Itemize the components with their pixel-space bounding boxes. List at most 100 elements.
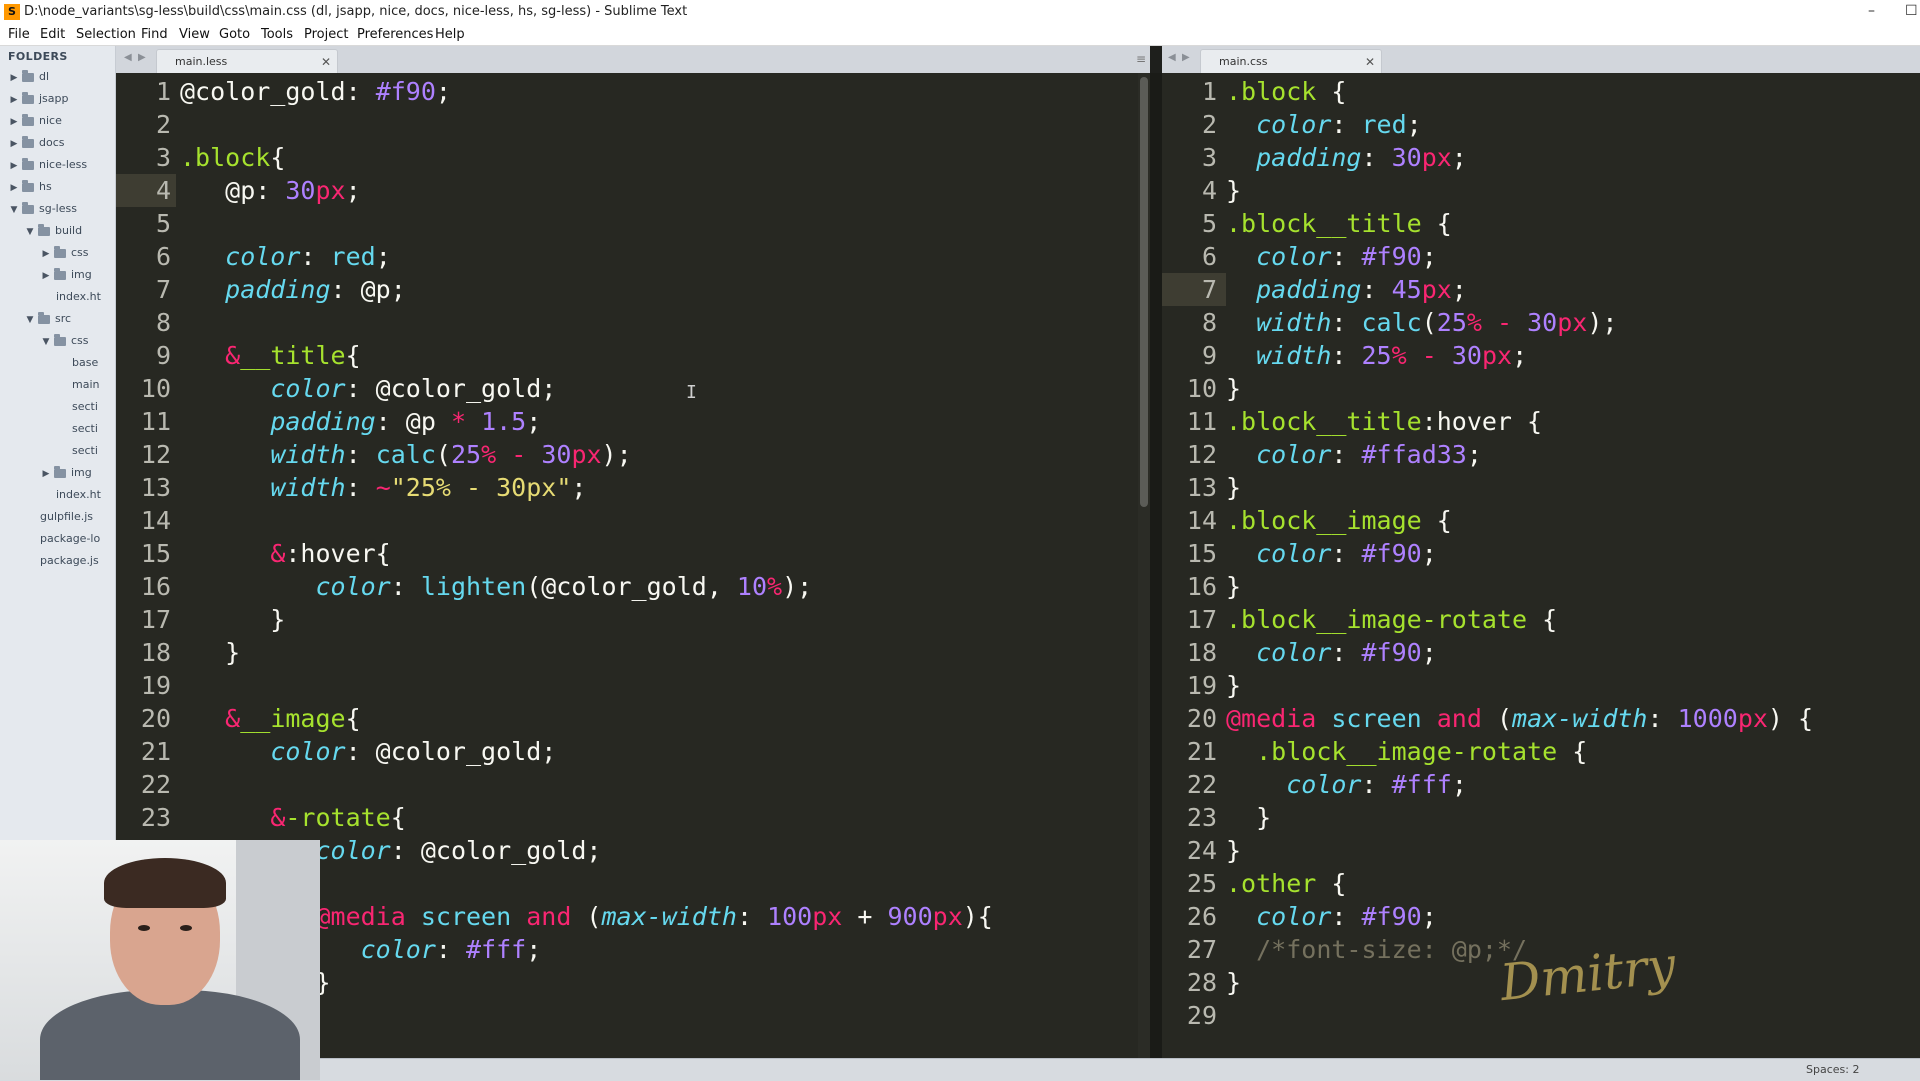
caret-right-icon[interactable]: ▶ xyxy=(8,135,20,153)
code-text[interactable]: } xyxy=(1226,570,1241,603)
caret-down-icon[interactable]: ▼ xyxy=(8,201,20,219)
menu-goto[interactable]: Goto xyxy=(219,24,250,45)
code-text[interactable]: .block__image-rotate { xyxy=(1226,603,1557,636)
code-text[interactable]: .block { xyxy=(1226,75,1346,108)
menu-tools[interactable]: Tools xyxy=(261,24,293,45)
caret-down-icon[interactable]: ▼ xyxy=(24,223,36,241)
code-text[interactable]: color: #f90; xyxy=(1226,537,1437,570)
sidebar-folder[interactable]: ▶ img xyxy=(40,266,92,284)
code-text[interactable]: } xyxy=(180,636,240,669)
code-text[interactable]: @color_gold: #f90; xyxy=(180,75,451,108)
minimize-button[interactable]: – xyxy=(1868,0,1875,24)
sidebar-file[interactable]: index.ht xyxy=(56,288,101,306)
code-text[interactable]: color: #ffad33; xyxy=(1226,438,1482,471)
sidebar-folder[interactable]: ▼ sg-less xyxy=(8,200,77,218)
code-text[interactable]: } xyxy=(1226,174,1241,207)
tab-nav-right-icon[interactable]: ▶ xyxy=(1182,52,1190,63)
caret-right-icon[interactable]: ▶ xyxy=(8,157,20,175)
sidebar-file[interactable]: package.js xyxy=(40,552,99,570)
code-text[interactable]: &__image{ xyxy=(180,702,360,735)
right-editor[interactable]: 1 .block {2 color: red; 3 padding: 30px; 4}… xyxy=(1162,73,1920,1058)
code-text[interactable]: padding: @p; xyxy=(180,273,406,306)
code-text[interactable]: } xyxy=(1226,834,1241,867)
sidebar-folder[interactable]: ▶ nice xyxy=(8,112,62,130)
sidebar-folder[interactable]: ▼ css xyxy=(40,332,89,350)
code-text[interactable]: .block__title { xyxy=(1226,207,1452,240)
caret-down-icon[interactable]: ▼ xyxy=(40,333,52,351)
close-icon[interactable]: ✕ xyxy=(1365,50,1375,74)
indentation-status[interactable]: Spaces: 2 xyxy=(1806,1059,1859,1081)
sidebar-folder[interactable]: ▶ jsapp xyxy=(8,90,69,108)
sidebar-folder[interactable]: ▶ docs xyxy=(8,134,65,152)
code-text[interactable]: padding: @p * 1.5; xyxy=(180,405,541,438)
code-text[interactable]: } xyxy=(1226,669,1241,702)
code-text[interactable]: .block{ xyxy=(180,141,285,174)
code-text[interactable]: color: @color_gold; xyxy=(180,735,556,768)
menu-find[interactable]: Find xyxy=(141,24,168,45)
tab-nav-right-icon[interactable]: ▶ xyxy=(138,52,146,63)
sidebar-folder[interactable]: ▶ img xyxy=(40,464,92,482)
pane-divider[interactable] xyxy=(1150,73,1162,1058)
sidebar-file[interactable]: base xyxy=(72,354,98,372)
code-text[interactable]: &:hover{ xyxy=(180,537,390,570)
code-text[interactable]: @p: 30px; xyxy=(180,174,361,207)
code-text[interactable]: .block__image { xyxy=(1226,504,1452,537)
code-text[interactable]: @media screen and (max-width: 1000px) { xyxy=(1226,702,1813,735)
sidebar-file[interactable]: package-lo xyxy=(40,530,100,548)
caret-right-icon[interactable]: ▶ xyxy=(8,113,20,131)
code-text[interactable]: padding: 30px; xyxy=(1226,141,1467,174)
menu-edit[interactable]: Edit xyxy=(40,24,65,45)
code-text[interactable]: color: #fff; xyxy=(1226,768,1467,801)
menu-view[interactable]: View xyxy=(179,24,210,45)
sidebar-folder[interactable]: ▶ dl xyxy=(8,68,49,86)
sidebar-folder[interactable]: ▼ build xyxy=(24,222,82,240)
caret-right-icon[interactable]: ▶ xyxy=(40,267,52,285)
sidebar-folder[interactable]: ▶ nice-less xyxy=(8,156,87,174)
code-text[interactable]: } xyxy=(1226,966,1241,999)
scrollbar-thumb[interactable] xyxy=(1140,77,1148,507)
code-text[interactable]: color: @color_gold; xyxy=(180,372,556,405)
menu-help[interactable]: Help xyxy=(435,24,465,45)
code-text[interactable]: color: red; xyxy=(180,240,391,273)
sidebar-file[interactable]: main xyxy=(72,376,99,394)
menu-file[interactable]: File xyxy=(8,24,30,45)
sidebar-file[interactable]: gulpfile.js xyxy=(40,508,93,526)
code-text[interactable]: color: #f90; xyxy=(1226,240,1437,273)
tab-nav-left-icon[interactable]: ◀ xyxy=(124,52,132,63)
code-text[interactable]: } xyxy=(1226,471,1241,504)
left-vertical-scrollbar[interactable] xyxy=(1138,73,1150,1058)
code-text[interactable]: } xyxy=(180,603,285,636)
code-text[interactable]: color: #f90; xyxy=(1226,636,1437,669)
menu-selection[interactable]: Selection xyxy=(76,24,136,45)
code-text[interactable]: width: 25% - 30px; xyxy=(1226,339,1527,372)
code-text[interactable]: color: lighten(@color_gold, 10%); xyxy=(180,570,812,603)
sidebar-file[interactable]: secti xyxy=(72,420,98,438)
code-text[interactable]: padding: 45px; xyxy=(1226,273,1467,306)
caret-right-icon[interactable]: ▶ xyxy=(8,179,20,197)
close-icon[interactable]: ✕ xyxy=(321,50,331,74)
code-text[interactable]: width: calc(25% - 30px); xyxy=(180,438,631,471)
caret-right-icon[interactable]: ▶ xyxy=(8,91,20,109)
code-text[interactable]: /*font-size: @p;*/ xyxy=(1226,933,1527,966)
caret-down-icon[interactable]: ▼ xyxy=(24,311,36,329)
code-text[interactable]: .block__image-rotate { xyxy=(1226,735,1587,768)
code-text[interactable]: .other { xyxy=(1226,867,1346,900)
sidebar-file[interactable]: secti xyxy=(72,442,98,460)
tab-nav-left-icon[interactable]: ◀ xyxy=(1168,52,1176,63)
pane-menu-icon[interactable]: ≡ xyxy=(1136,52,1146,66)
code-text[interactable]: width: ~"25% - 30px"; xyxy=(180,471,586,504)
code-text[interactable]: } xyxy=(1226,801,1271,834)
window-control-button[interactable]: ☐ xyxy=(1905,0,1918,24)
sidebar-file[interactable]: secti xyxy=(72,398,98,416)
sidebar-folder[interactable]: ▶ hs xyxy=(8,178,52,196)
caret-right-icon[interactable]: ▶ xyxy=(8,69,20,87)
code-text[interactable]: &__title{ xyxy=(180,339,360,372)
tab-main-less[interactable]: main.less ✕ xyxy=(156,49,338,74)
sidebar-file[interactable]: index.ht xyxy=(56,486,101,504)
sidebar-folder[interactable]: ▼ src xyxy=(24,310,71,328)
tab-main-css[interactable]: main.css ✕ xyxy=(1200,49,1382,74)
caret-right-icon[interactable]: ▶ xyxy=(40,465,52,483)
sidebar-folder[interactable]: ▶ css xyxy=(40,244,89,262)
code-text[interactable]: .block__title:hover { xyxy=(1226,405,1542,438)
code-text[interactable]: color: red; xyxy=(1226,108,1422,141)
